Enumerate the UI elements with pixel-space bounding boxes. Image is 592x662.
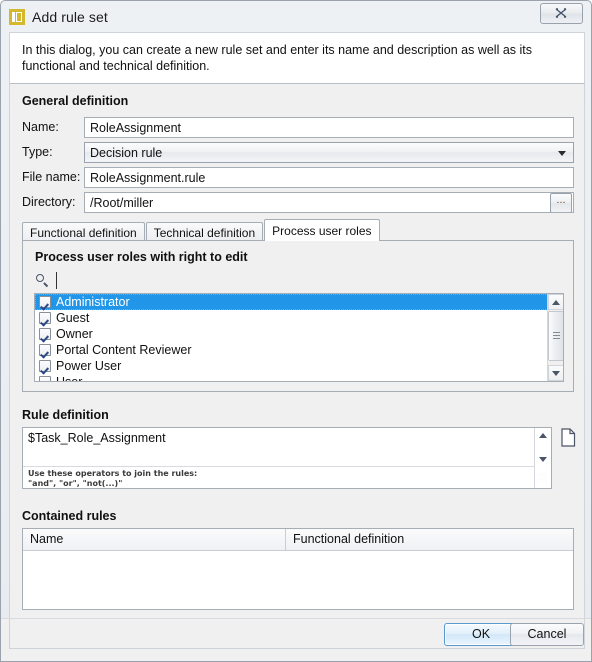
roles-list-scrollbar[interactable]	[547, 294, 563, 381]
table-header-row: Name Functional definition	[23, 529, 573, 551]
type-select-value: Decision rule	[90, 145, 163, 160]
list-item[interactable]: User	[35, 374, 548, 381]
checkbox-icon[interactable]	[39, 376, 51, 381]
name-input[interactable]: RoleAssignment	[84, 116, 574, 138]
scroll-up-icon[interactable]	[548, 294, 563, 310]
list-item[interactable]: Portal Content Reviewer	[35, 342, 548, 358]
field-row-type: Type: Decision rule	[22, 141, 574, 163]
scroll-up-icon[interactable]	[535, 428, 551, 443]
scrollbar-grip-icon	[553, 332, 560, 340]
dialog-footer: OK Cancel	[1, 618, 591, 661]
column-header-functional-definition[interactable]: Functional definition	[286, 529, 573, 550]
field-row-directory: Directory: /Root/miller ...	[22, 191, 574, 213]
chevron-down-icon	[558, 150, 566, 156]
list-item[interactable]: Administrator	[35, 294, 548, 310]
type-label: Type:	[22, 145, 53, 159]
checkbox-icon[interactable]	[39, 312, 51, 324]
field-row-name: Name: RoleAssignment	[22, 116, 574, 138]
checkbox-icon[interactable]	[39, 328, 51, 340]
open-editor-icon[interactable]	[561, 428, 576, 447]
rule-definition-scrollbar[interactable]: ✕	[534, 428, 551, 488]
rule-definition-hint: Use these operators to join the rules: "…	[23, 466, 535, 488]
scrollbar-thumb[interactable]	[548, 311, 563, 361]
checkbox-icon[interactable]	[39, 344, 51, 356]
tab-functional-definition[interactable]: Functional definition	[22, 222, 145, 241]
tab-process-user-roles[interactable]: Process user roles	[264, 219, 380, 241]
list-item-label: Administrator	[56, 295, 130, 309]
roles-listbox[interactable]: Administrator Guest Owner Portal Content…	[34, 293, 564, 382]
close-icon[interactable]	[540, 3, 583, 24]
title-bar: Add rule set	[1, 1, 591, 32]
list-item-label: Portal Content Reviewer	[56, 343, 192, 357]
checkbox-icon[interactable]	[39, 360, 51, 372]
roles-search-row	[35, 270, 563, 290]
contained-rules-heading: Contained rules	[22, 509, 117, 523]
directory-input[interactable]: /Root/miller ...	[84, 191, 574, 213]
description-text: In this dialog, you can create a new rul…	[22, 43, 533, 73]
cancel-button[interactable]: Cancel	[510, 623, 584, 646]
scroll-down-icon[interactable]	[548, 365, 563, 381]
ok-button[interactable]: OK	[444, 623, 518, 646]
file-name-label: File name:	[22, 170, 81, 184]
column-header-name[interactable]: Name	[23, 529, 286, 550]
dialog-body: General definition Name: RoleAssignment …	[9, 84, 585, 618]
directory-input-value: /Root/miller	[90, 195, 154, 210]
dialog-window: Add rule set In this dialog, you can cre…	[0, 0, 592, 662]
tab-technical-definition[interactable]: Technical definition	[145, 222, 264, 241]
ruleset-icon	[9, 8, 25, 25]
search-input[interactable]	[56, 271, 540, 289]
rule-definition-heading: Rule definition	[22, 408, 109, 422]
type-select[interactable]: Decision rule	[84, 141, 574, 163]
contained-rules-table: Name Functional definition	[22, 528, 574, 610]
search-icon	[35, 273, 50, 288]
process-user-roles-heading: Process user roles with right to edit	[35, 250, 248, 264]
rule-definition-input[interactable]: $Task_Role_Assignment	[23, 428, 535, 467]
roles-list: Administrator Guest Owner Portal Content…	[35, 294, 548, 381]
description-panel: In this dialog, you can create a new rul…	[9, 32, 585, 84]
list-item-label: Guest	[56, 311, 90, 325]
directory-label: Directory:	[22, 195, 76, 209]
window-title: Add rule set	[32, 8, 108, 25]
field-row-file-name: File name: RoleAssignment.rule	[22, 166, 574, 188]
checkbox-icon[interactable]	[39, 296, 51, 308]
list-item[interactable]: Guest	[35, 310, 548, 326]
rule-definition-hint-line2: "and", "or", "not(...)"	[28, 478, 123, 488]
file-name-input[interactable]: RoleAssignment.rule	[84, 166, 574, 188]
general-definition-heading: General definition	[22, 94, 129, 108]
tab-bar: Functional definition Technical definiti…	[22, 219, 574, 241]
scroll-down-icon[interactable]	[535, 452, 551, 467]
process-user-roles-panel: Process user roles with right to edit Ad…	[22, 240, 574, 392]
close-glyph	[555, 8, 567, 18]
list-item-label: User	[56, 375, 82, 381]
browse-directory-button[interactable]: ...	[550, 192, 572, 212]
list-item[interactable]: Owner	[35, 326, 548, 342]
list-item-label: Power User	[56, 359, 122, 373]
list-item-label: Owner	[56, 327, 93, 341]
rule-definition-hint-line1: Use these operators to join the rules:	[28, 469, 198, 478]
rule-definition-box: $Task_Role_Assignment Use these operator…	[22, 427, 552, 489]
list-item[interactable]: Power User	[35, 358, 548, 374]
clear-icon[interactable]: ✕	[535, 470, 549, 486]
name-label: Name:	[22, 120, 59, 134]
